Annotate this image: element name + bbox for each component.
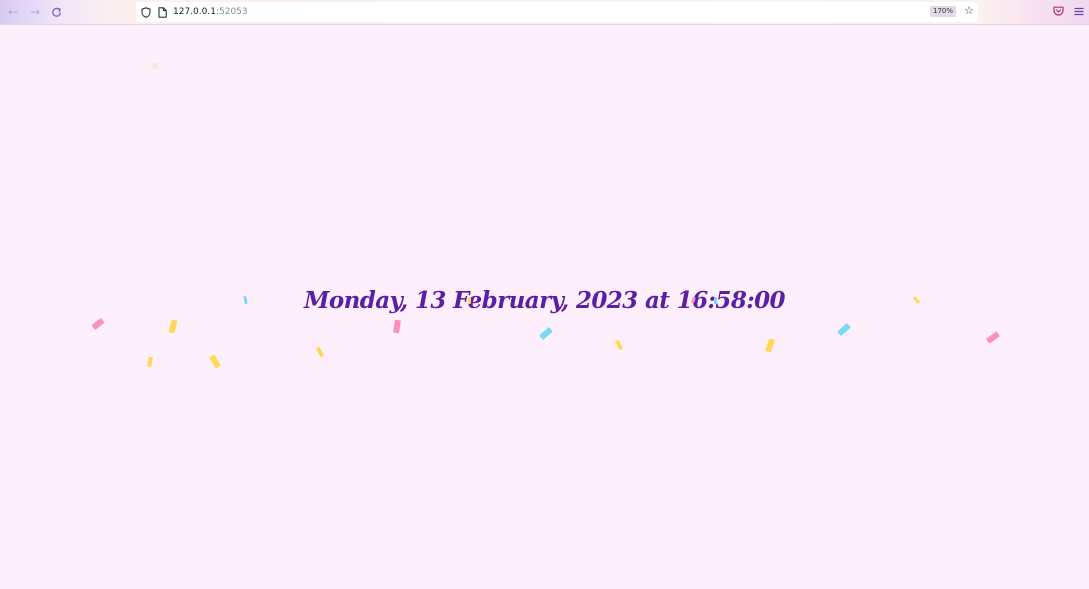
confetti-piece [837, 322, 851, 337]
pocket-button[interactable] [1051, 4, 1065, 18]
reload-button[interactable] [48, 4, 64, 20]
confetti-piece [393, 319, 401, 334]
bookmark-button[interactable]: ☆ [962, 4, 976, 18]
back-button[interactable]: ← [5, 4, 21, 20]
shield-icon [141, 6, 151, 18]
menu-button[interactable] [1072, 4, 1086, 18]
pocket-icon [1052, 6, 1064, 16]
confetti-piece [468, 297, 471, 304]
page-content: Monday, 13 February, 2023 at 16:58:00 [0, 25, 1089, 589]
confetti-piece [209, 354, 221, 369]
browser-toolbar: ← → 127.0.0.1:52053 170% ☆ [0, 0, 1089, 25]
zoom-level-button[interactable]: 170% [930, 6, 957, 17]
url-port: :52053 [215, 7, 248, 17]
confetti-piece [985, 331, 1001, 344]
arrow-left-icon: ← [7, 5, 19, 19]
confetti-piece [765, 338, 775, 353]
reload-icon [51, 7, 61, 17]
arrow-right-icon: → [29, 5, 41, 19]
confetti-piece [614, 339, 624, 351]
confetti-piece [168, 319, 178, 334]
url-text[interactable]: 127.0.0.1:52053 [173, 5, 248, 19]
confetti-piece [539, 326, 553, 341]
confetti-piece [91, 317, 105, 331]
confetti-piece [315, 346, 325, 358]
star-icon: ☆ [964, 4, 974, 17]
datetime-heading: Monday, 13 February, 2023 at 16:58:00 [304, 287, 785, 314]
url-host: 127.0.0.1 [173, 7, 216, 17]
tracking-protection-button[interactable] [139, 5, 153, 19]
page-icon [157, 6, 167, 18]
url-bar[interactable]: 127.0.0.1:52053 170% ☆ [136, 2, 978, 22]
hamburger-menu-icon [1074, 7, 1084, 15]
confetti-piece [152, 63, 158, 69]
confetti-piece [147, 356, 153, 368]
page-info-button[interactable] [155, 5, 169, 19]
confetti-piece [714, 297, 717, 304]
forward-button[interactable]: → [27, 4, 43, 20]
